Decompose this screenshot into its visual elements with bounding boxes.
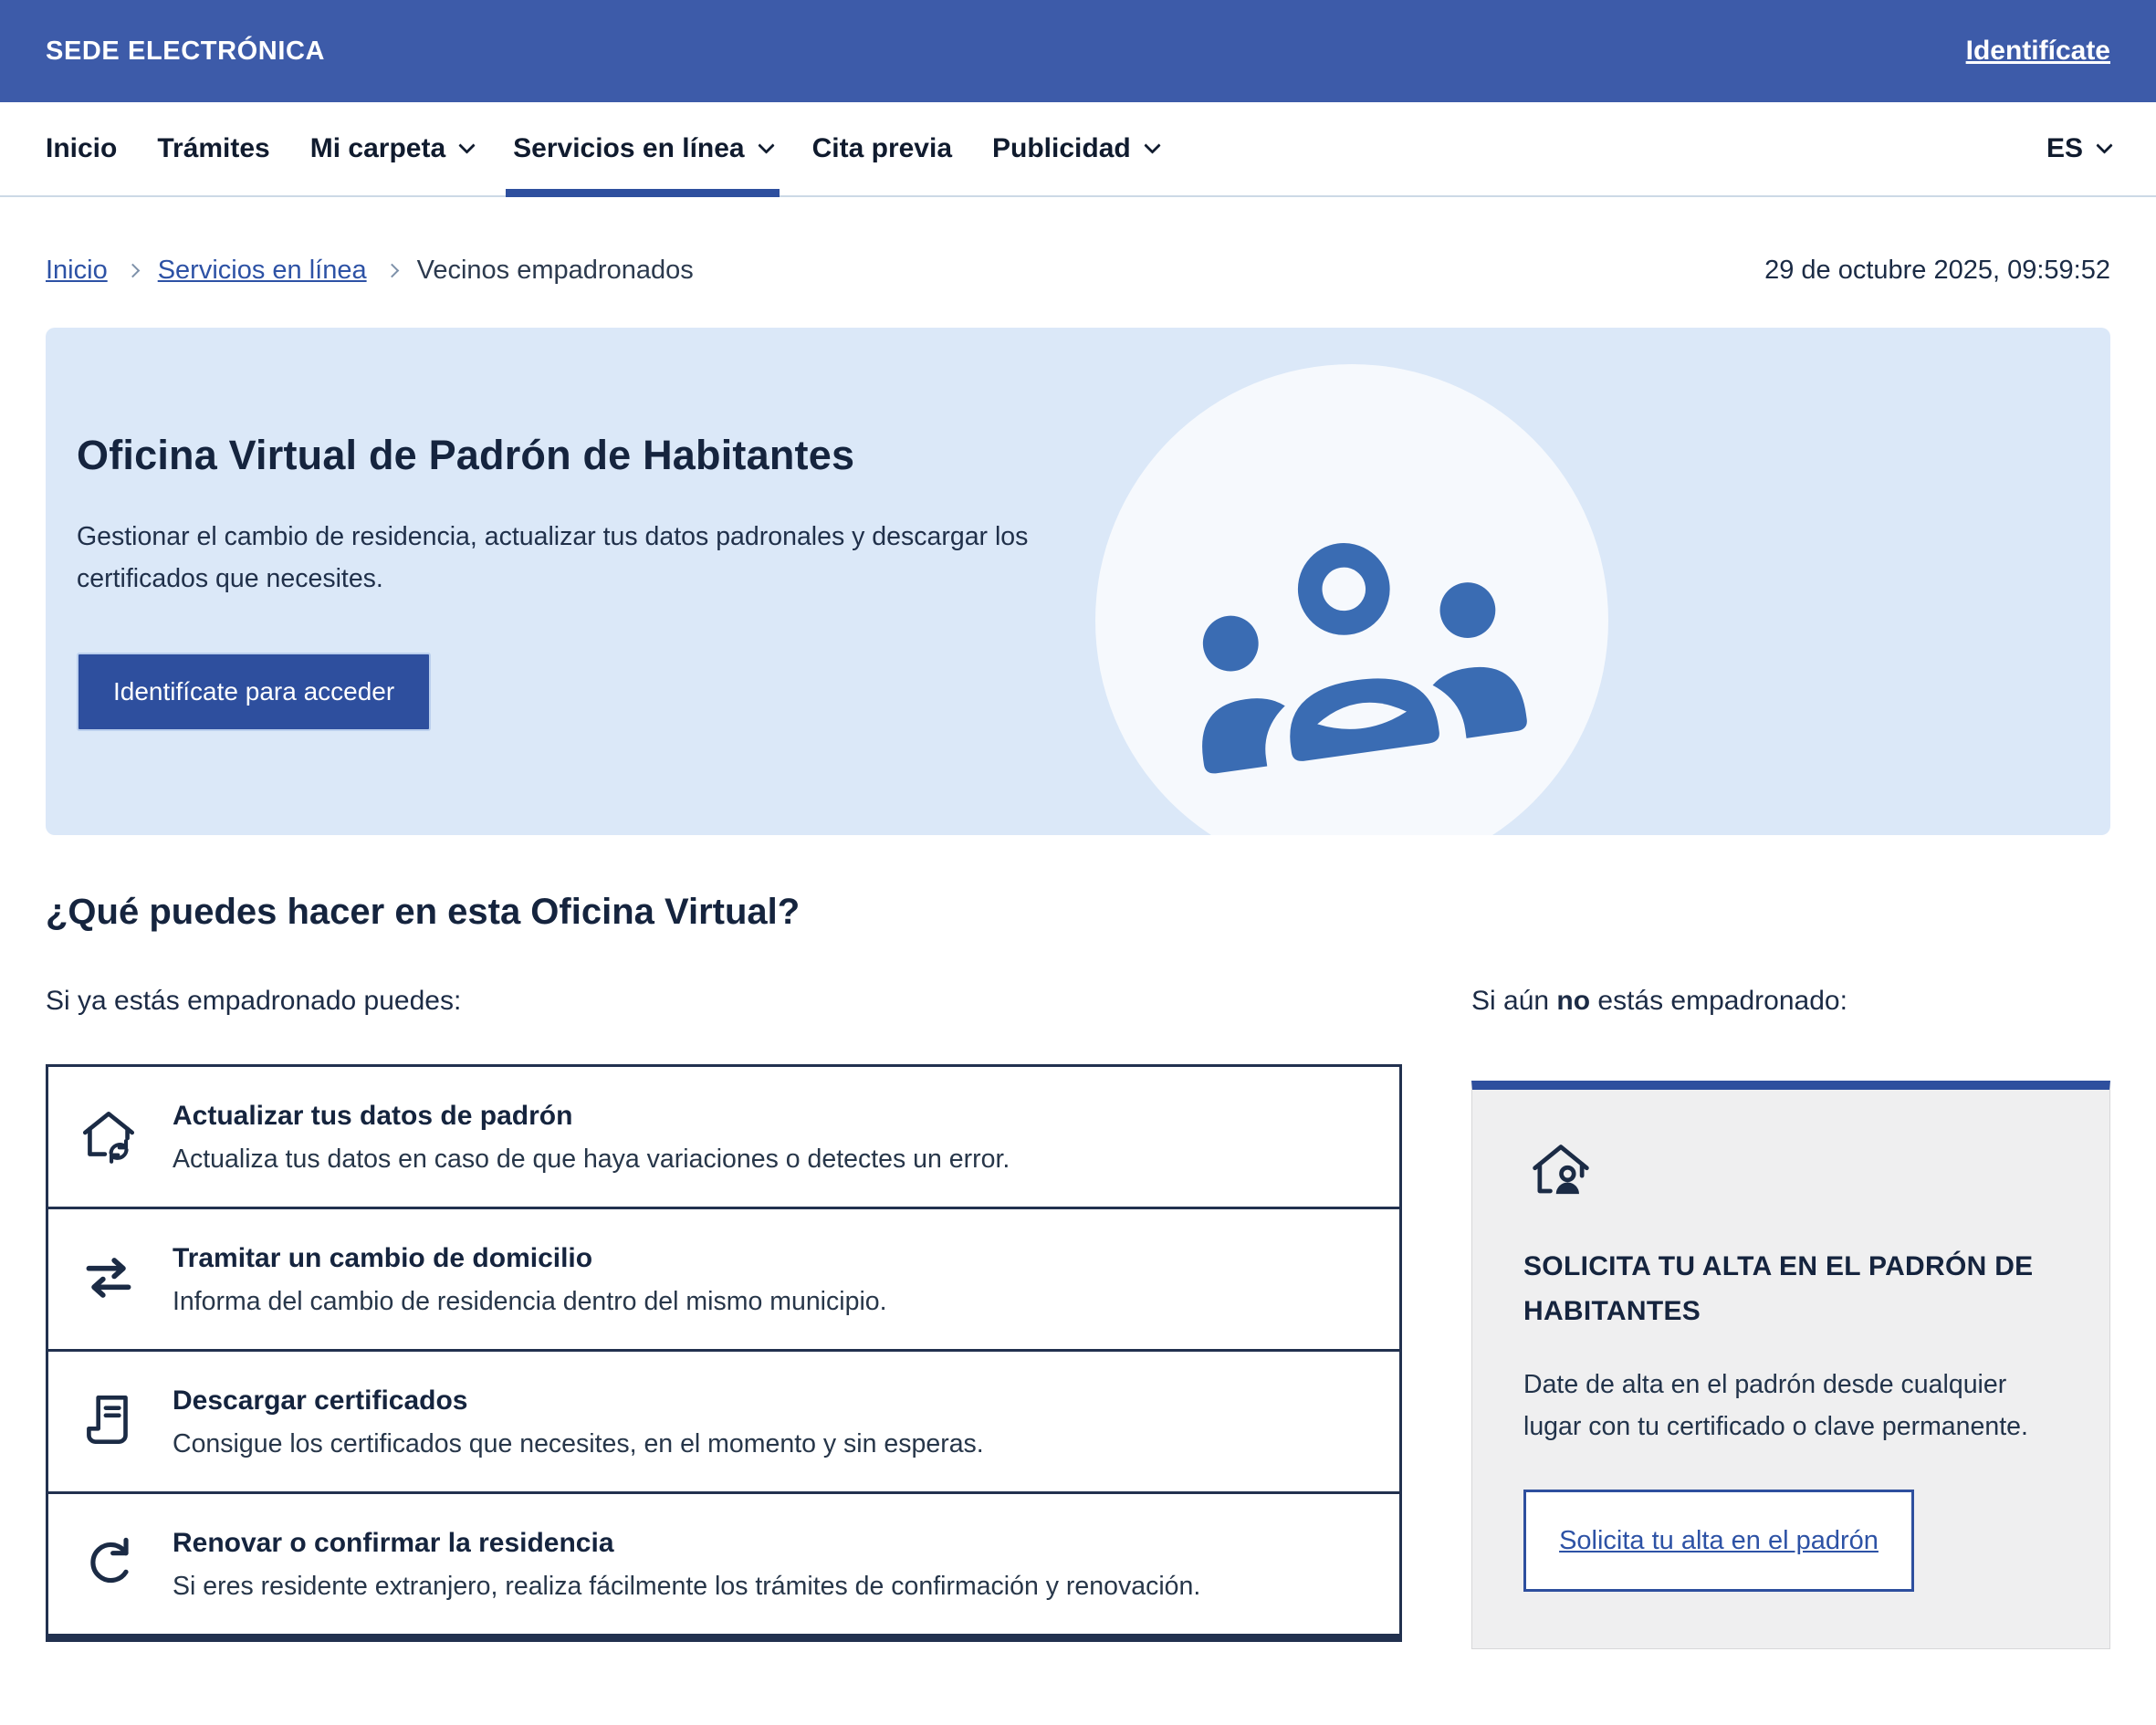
service-description: Informa del cambio de residencia dentro … — [173, 1287, 887, 1317]
service-description: Consigue los certificados que necesites,… — [173, 1429, 984, 1459]
chevron-down-icon — [458, 137, 475, 153]
chevron-right-icon — [125, 264, 140, 278]
hero-circle — [1095, 364, 1608, 835]
people-group-icon — [1164, 505, 1540, 787]
breadcrumb: Inicio Servicios en línea Vecinos empadr… — [46, 256, 694, 286]
page-title: Oficina Virtual de Padrón de Habitantes — [77, 432, 1095, 479]
service-description: Si eres residente extranjero, realiza fá… — [173, 1572, 1200, 1602]
hero-description: Gestionar el cambio de residencia, actua… — [77, 516, 1031, 600]
breadcrumb-current-page: Vecinos empadronados — [417, 256, 694, 286]
service-title: Descargar certificados — [173, 1385, 984, 1417]
content-columns: Si ya estás empadronado puedes: Actualiz… — [0, 986, 2156, 1649]
signup-card-title: SOLICITA TU ALTA EN EL PADRÓN DE HABITAN… — [1523, 1245, 2058, 1333]
service-title: Tramitar un cambio de domicilio — [173, 1243, 887, 1274]
identify-access-button[interactable]: Identifícate para acceder — [77, 653, 431, 731]
chevron-right-icon — [384, 264, 399, 278]
signup-link-label: Solicita tu alta en el padrón — [1559, 1526, 1879, 1556]
breadcrumb-link-inicio[interactable]: Inicio — [46, 256, 108, 286]
language-selector[interactable]: ES — [2046, 102, 2110, 195]
hero-banner: Oficina Virtual de Padrón de Habitantes … — [46, 328, 2110, 835]
nav-item-mi-carpeta[interactable]: Mi carpeta — [310, 102, 473, 195]
signup-link-button[interactable]: Solicita tu alta en el padrón — [1523, 1490, 1914, 1592]
nav-item-inicio[interactable]: Inicio — [46, 102, 117, 195]
registered-column: Si ya estás empadronado puedes: Actualiz… — [46, 986, 1402, 1642]
not-registered-intro: Si aún no estás empadronado: — [1471, 986, 2110, 1017]
service-title: Actualizar tus datos de padrón — [173, 1101, 1010, 1132]
current-datetime: 29 de octubre 2025, 09:59:52 — [1764, 256, 2110, 286]
signup-card: SOLICITA TU ALTA EN EL PADRÓN DE HABITAN… — [1471, 1081, 2110, 1649]
top-bar: SEDE ELECTRÓNICA Identifícate — [0, 0, 2156, 102]
identify-link[interactable]: Identifícate — [1966, 36, 2110, 67]
breadcrumb-link-servicios[interactable]: Servicios en línea — [158, 256, 367, 286]
house-sync-icon — [76, 1103, 141, 1168]
nav-items: Inicio Trámites Mi carpeta Servicios en … — [46, 102, 1158, 195]
receipt-icon — [76, 1387, 141, 1453]
service-item-renew-residence: Renovar o confirmar la residencia Si ere… — [48, 1491, 1399, 1634]
house-user-icon — [1523, 1135, 1598, 1210]
service-item-update-data: Actualizar tus datos de padrón Actualiza… — [48, 1067, 1399, 1207]
service-item-download-certificates: Descargar certificados Consigue los cert… — [48, 1349, 1399, 1491]
site-brand: SEDE ELECTRÓNICA — [46, 37, 325, 67]
chevron-down-icon — [758, 137, 774, 153]
refresh-icon — [76, 1530, 141, 1595]
registered-intro: Si ya estás empadronado puedes: — [46, 986, 1402, 1017]
section-heading: ¿Qué puedes hacer en esta Oficina Virtua… — [46, 892, 2110, 933]
breadcrumb-row: Inicio Servicios en línea Vecinos empadr… — [0, 197, 2156, 286]
nav-item-tramites[interactable]: Trámites — [157, 102, 269, 195]
signup-card-description: Date de alta en el padrón desde cualquie… — [1523, 1364, 2058, 1448]
nav-item-cita-previa[interactable]: Cita previa — [812, 102, 952, 195]
chevron-down-icon — [2096, 137, 2112, 153]
service-title: Renovar o confirmar la residencia — [173, 1528, 1200, 1559]
chevron-down-icon — [1144, 137, 1160, 153]
transfer-arrows-icon — [76, 1245, 141, 1311]
nav-item-publicidad[interactable]: Publicidad — [992, 102, 1158, 195]
service-list: Actualizar tus datos de padrón Actualiza… — [46, 1064, 1402, 1642]
service-description: Actualiza tus datos en caso de que haya … — [173, 1145, 1010, 1175]
nav-item-servicios-en-linea[interactable]: Servicios en línea — [513, 102, 771, 195]
not-registered-column: Si aún no estás empadronado: SOLICITA TU… — [1471, 986, 2110, 1649]
main-nav: Inicio Trámites Mi carpeta Servicios en … — [0, 102, 2156, 197]
service-item-change-address: Tramitar un cambio de domicilio Informa … — [48, 1207, 1399, 1349]
